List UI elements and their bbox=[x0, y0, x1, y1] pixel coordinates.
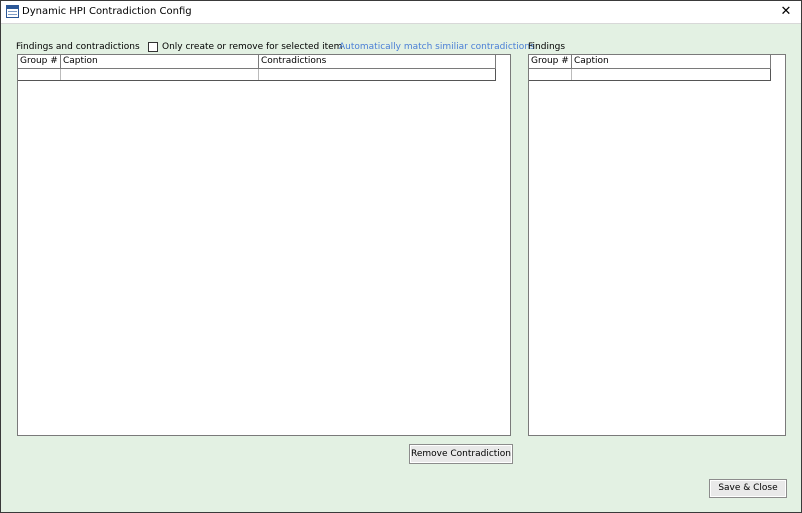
window-icon bbox=[6, 5, 19, 18]
findings-contradictions-label: Findings and contradictions bbox=[16, 42, 140, 52]
contradictions-grid-header: Group # Caption Contradictions bbox=[18, 55, 496, 69]
column-header-group[interactable]: Group # bbox=[529, 55, 572, 68]
title-bar: Dynamic HPI Contradiction Config ✕ bbox=[1, 1, 801, 24]
close-icon: ✕ bbox=[780, 4, 792, 19]
column-header-contradictions[interactable]: Contradictions bbox=[259, 55, 496, 68]
selected-item-checkbox-label: Only create or remove for selected item bbox=[162, 42, 343, 52]
findings-grid-header: Group # Caption bbox=[529, 55, 771, 69]
selected-item-checkbox[interactable] bbox=[148, 42, 158, 52]
remove-contradiction-button[interactable]: Remove Contradiction bbox=[409, 444, 513, 464]
dialog-window: Dynamic HPI Contradiction Config ✕ Findi… bbox=[0, 0, 802, 513]
contradictions-grid[interactable]: Group # Caption Contradictions bbox=[17, 54, 511, 436]
table-row[interactable] bbox=[18, 69, 496, 81]
save-close-label: Save & Close bbox=[718, 483, 778, 493]
remove-contradiction-label: Remove Contradiction bbox=[410, 449, 512, 459]
table-row[interactable] bbox=[529, 69, 771, 81]
auto-match-link[interactable]: Automatically match similiar contradicti… bbox=[339, 42, 535, 52]
close-button[interactable]: ✕ bbox=[777, 3, 795, 20]
save-close-button[interactable]: Save & Close bbox=[709, 479, 787, 498]
column-header-group[interactable]: Group # bbox=[18, 55, 61, 68]
window-title: Dynamic HPI Contradiction Config bbox=[22, 6, 192, 17]
column-header-caption[interactable]: Caption bbox=[572, 55, 771, 68]
findings-label: Findings bbox=[528, 42, 566, 52]
findings-grid[interactable]: Group # Caption bbox=[528, 54, 786, 436]
column-header-caption[interactable]: Caption bbox=[61, 55, 259, 68]
